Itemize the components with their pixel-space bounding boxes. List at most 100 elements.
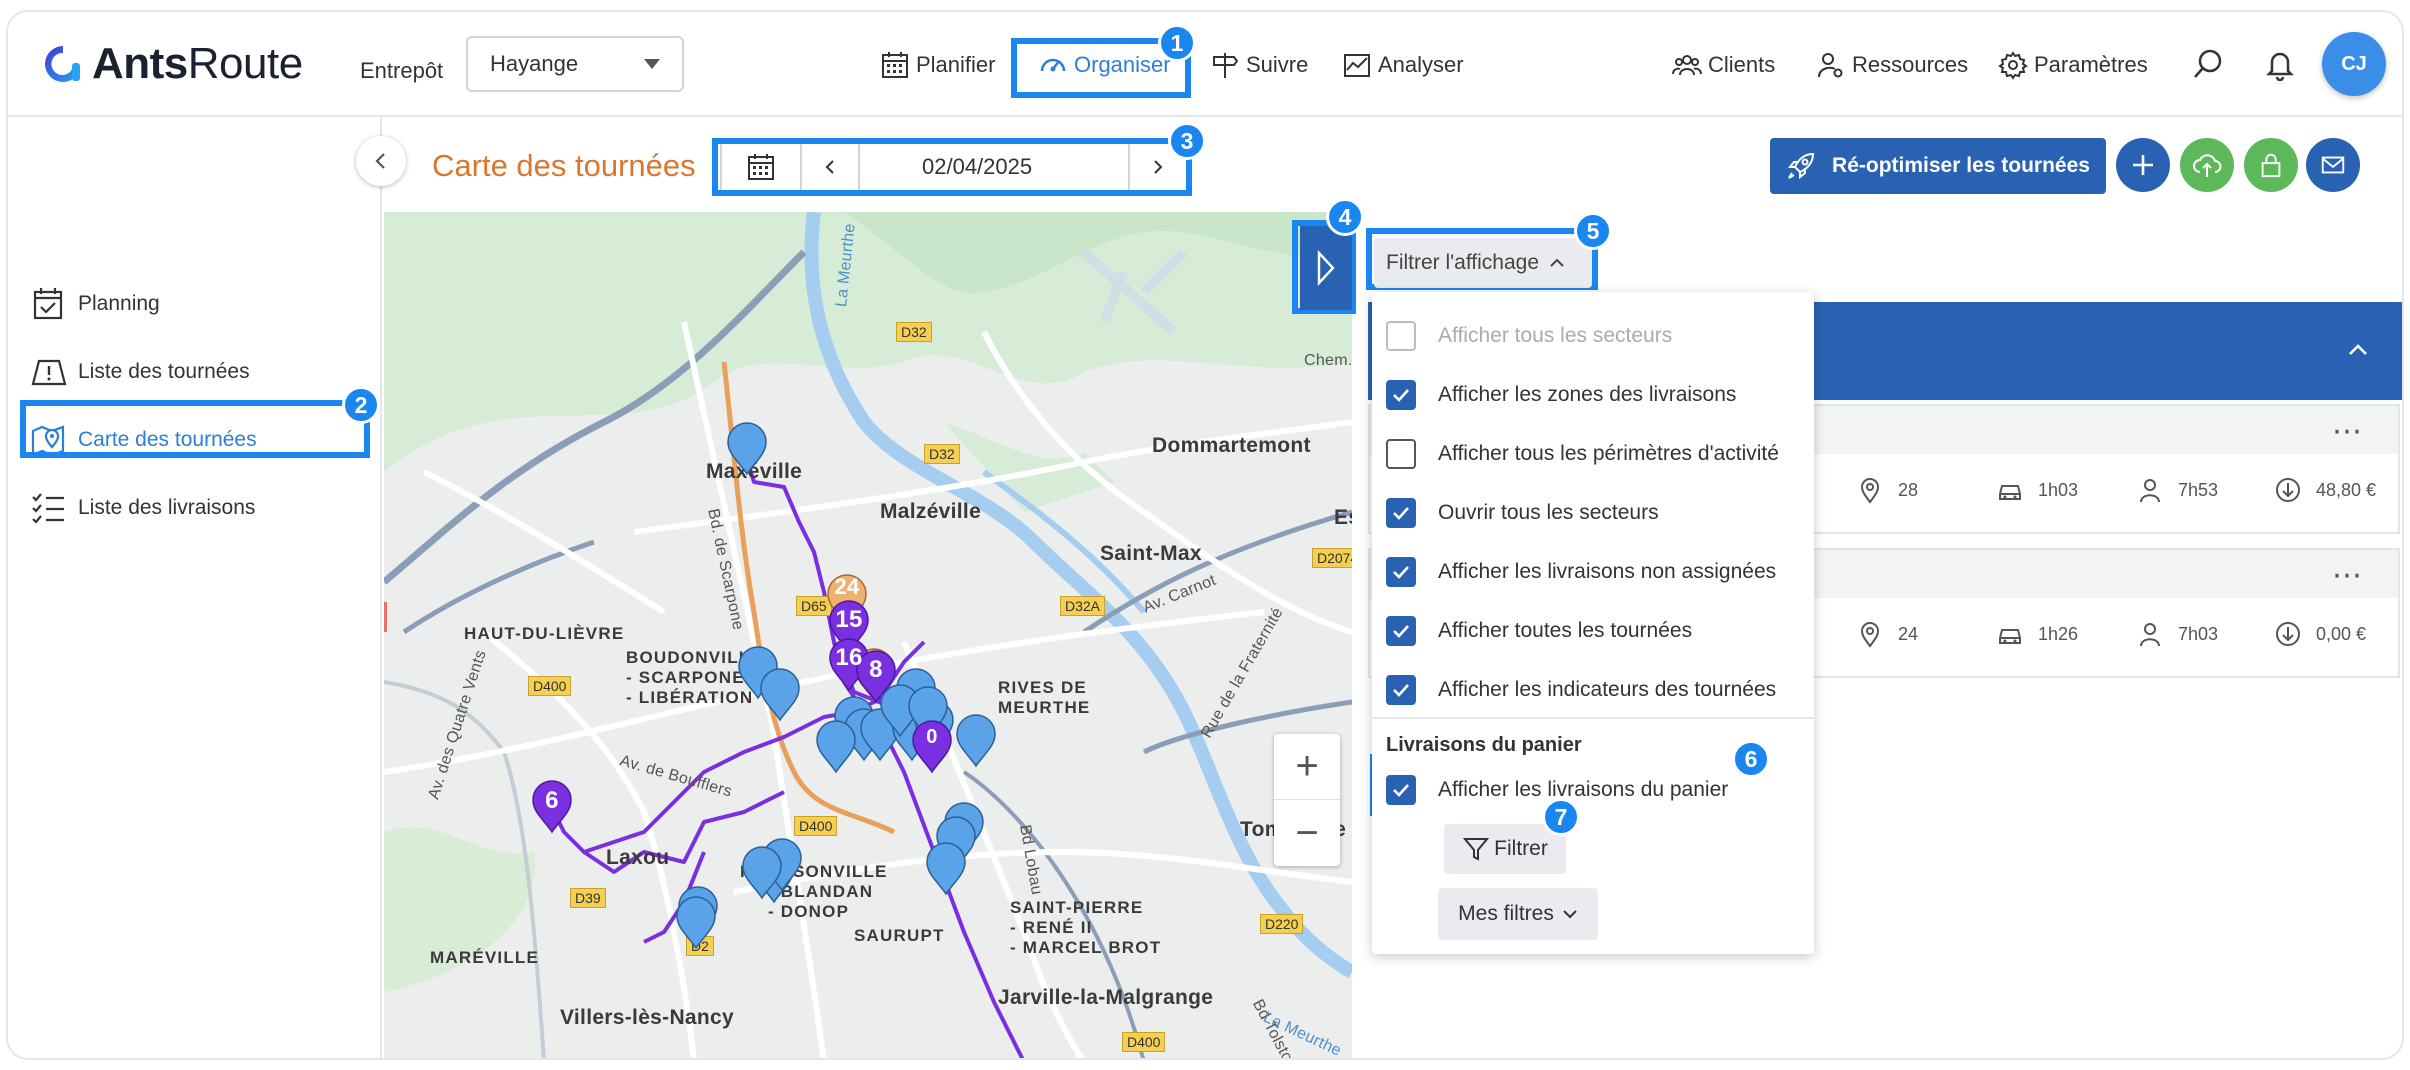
map-label-mareville: MARÉVILLE	[430, 948, 540, 967]
more-options-icon[interactable]: ⋯	[2332, 414, 2364, 449]
annotation-badge-3: 3	[1168, 122, 1206, 160]
filter-option-toutes-tournees[interactable]: Afficher toutes les tournées	[1386, 611, 1692, 651]
map-label-saint-max: Saint-Max	[1100, 542, 1202, 565]
my-filters-label: Mes filtres	[1458, 902, 1554, 925]
checkbox-checked[interactable]	[1386, 675, 1416, 705]
tour-cost: 0,00 €	[2274, 620, 2366, 648]
map-label-haussonville: HAUSSONVILLE	[740, 862, 888, 881]
more-options-icon[interactable]: ⋯	[2332, 558, 2364, 593]
chevron-up-icon	[1550, 258, 1564, 267]
sidebar-item-liste-livraisons[interactable]: Liste des livraisons	[30, 483, 255, 533]
highlight-box-3	[712, 138, 1192, 196]
map-label-saurupt: SAURUPT	[854, 926, 945, 945]
zoom-out-button[interactable]: −	[1274, 800, 1340, 866]
map-label-scarpone: - SCARPONE	[626, 668, 745, 687]
check-icon	[1393, 684, 1409, 697]
map-label-blandan: - BLANDAN	[768, 882, 874, 901]
tour-stops-value: 28	[1898, 479, 1919, 500]
toggle-panel-button[interactable]	[1300, 226, 1352, 310]
chart-icon	[1344, 54, 1370, 77]
map-label-villers: Villers-lès-Nancy	[560, 1006, 734, 1029]
nav-ressources-label: Ressources	[1852, 52, 1969, 77]
antsroute-logo[interactable]: AntsRoute	[42, 39, 303, 88]
nav-parametres[interactable]: Paramètres	[1998, 42, 2148, 88]
filter-option-label: Afficher les livraisons du panier	[1438, 778, 1729, 801]
tour-cost: 48,80 €	[2274, 476, 2376, 504]
tour-duration: 7h53	[2136, 476, 2218, 504]
sidebar-item-liste-tournees[interactable]: Liste des tournées	[30, 347, 250, 397]
filter-option-zones-livraisons[interactable]: Afficher les zones des livraisons	[1386, 375, 1736, 415]
filter-option-label: Afficher les indicateurs des tournées	[1438, 678, 1777, 701]
route-marker-6[interactable]: 6	[534, 787, 570, 815]
user-avatar[interactable]: CJ	[2322, 32, 2386, 96]
check-icon	[1393, 625, 1409, 638]
lock-button[interactable]	[2244, 138, 2298, 192]
filter-option-label: Afficher toutes les tournées	[1438, 619, 1693, 642]
driver-icon	[2140, 479, 2160, 503]
filter-option-perimetres[interactable]: Afficher tous les périmètres d'activité	[1386, 434, 1779, 474]
map-label-rives-de: RIVES DE	[998, 678, 1087, 697]
map-street-label: Chem.	[1304, 352, 1352, 369]
sidebar-item-planning[interactable]: Planning	[30, 279, 160, 329]
check-icon	[1393, 389, 1409, 402]
checkbox-checked[interactable]	[1386, 380, 1416, 410]
annotation-badge-1: 1	[1158, 24, 1196, 62]
map-label-maxeville: Maxéville	[706, 460, 803, 483]
checkbox[interactable]	[1386, 439, 1416, 469]
filter-option-secteurs[interactable]: Afficher tous les secteurs	[1386, 316, 1672, 356]
driver-icon	[2140, 623, 2160, 647]
users-icon	[1672, 55, 1702, 76]
route-marker-15[interactable]: 15	[831, 606, 867, 634]
collapse-sidebar-button[interactable]	[356, 136, 406, 186]
add-button[interactable]	[2116, 138, 2170, 192]
checkbox-checked[interactable]	[1386, 616, 1416, 646]
tour-stops: 24	[1856, 620, 1918, 648]
tour-stops: 28	[1856, 476, 1918, 504]
nav-ressources[interactable]: Ressources	[1816, 42, 1968, 88]
filter-option-non-assignees[interactable]: Afficher les livraisons non assignées	[1386, 552, 1776, 592]
search-icon	[2194, 49, 2222, 78]
annotation-badge-5: 5	[1574, 212, 1612, 250]
nav-clients[interactable]: Clients	[1672, 42, 1775, 88]
my-filters-button[interactable]: Mes filtres	[1438, 888, 1598, 940]
road-shield: D2	[686, 936, 714, 956]
checkbox-checked[interactable]	[1386, 775, 1416, 805]
route-marker-0[interactable]: 0	[914, 726, 950, 749]
nav-planifier[interactable]: Planifier	[880, 42, 995, 88]
notifications-button[interactable]	[2260, 44, 2300, 84]
tour-cost-value: 0,00 €	[2316, 623, 2367, 644]
tour-map[interactable]: Maxéville Malzéville Dommartemont Saint-…	[384, 212, 1352, 1058]
email-button[interactable]	[2306, 138, 2360, 192]
zoom-in-button[interactable]: +	[1274, 734, 1340, 800]
antsroute-logo-icon	[45, 46, 80, 82]
signpost-icon	[1213, 53, 1239, 78]
checkbox-checked[interactable]	[1386, 498, 1416, 528]
entrepot-select[interactable]: Hayange	[466, 36, 684, 92]
route-marker-24[interactable]: 24	[829, 574, 865, 600]
map-label-jarville: Jarville-la-Malgrange	[998, 986, 1214, 1009]
checkbox[interactable]	[1386, 321, 1416, 351]
divider	[1372, 717, 1814, 719]
filter-option-label: Afficher tous les périmètres d'activité	[1438, 442, 1779, 465]
top-header: AntsRoute Entrepôt Hayange Planifier Org…	[8, 12, 2402, 117]
tour-duration-value: 7h53	[2178, 479, 2219, 500]
nav-suivre[interactable]: Suivre	[1210, 42, 1308, 88]
road-shield: D400	[528, 676, 572, 696]
reoptimize-button[interactable]: Ré-optimiser les tournées	[1770, 138, 2106, 194]
nav-analyser[interactable]: Analyser	[1342, 42, 1464, 88]
filter-option-indicateurs[interactable]: Afficher les indicateurs des tournées	[1386, 670, 1776, 710]
apply-filter-label: Filtrer	[1494, 837, 1548, 860]
search-button[interactable]	[2188, 44, 2228, 84]
tour-duration: 7h03	[2136, 620, 2218, 648]
check-icon	[1393, 566, 1409, 579]
filter-display-button[interactable]: Filtrer l'affichage	[1374, 238, 1592, 288]
filter-option-ouvrir-secteurs[interactable]: Ouvrir tous les secteurs	[1386, 493, 1659, 533]
brand-ants: Ants	[92, 39, 188, 88]
checkbox-checked[interactable]	[1386, 557, 1416, 587]
route-marker-8[interactable]: 8	[858, 656, 894, 684]
cloud-upload-icon	[2193, 154, 2222, 177]
apply-filter-button[interactable]: Filtrer	[1444, 824, 1566, 874]
tour-drive-time: 1h26	[1996, 620, 2078, 648]
map-label-marcel-brot: - MARCEL BROT	[1010, 938, 1162, 957]
upload-cloud-button[interactable]	[2180, 138, 2234, 192]
